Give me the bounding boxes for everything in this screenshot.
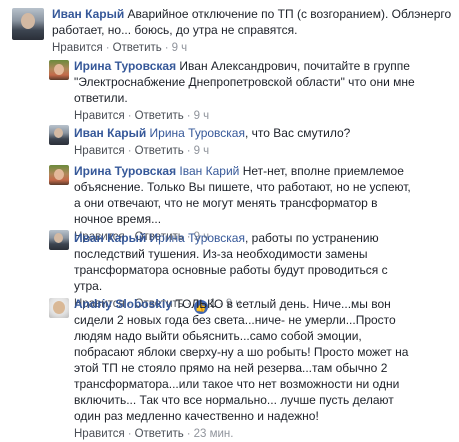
comment-text: Ирина Туровская Иван Александрович, почи…	[74, 58, 419, 106]
comment-author[interactable]: Andriy Sloboskiy	[74, 297, 172, 311]
comment-actions: Нравится · Ответить · 23 мин.	[74, 428, 234, 440]
comment-author[interactable]: Иван Карый	[74, 126, 146, 140]
comment-author[interactable]: Ирина Туровская	[74, 59, 176, 73]
timestamp[interactable]: 9 ч	[194, 145, 210, 157]
reply-link[interactable]: Ответить	[135, 145, 184, 157]
avatar[interactable]	[49, 125, 69, 145]
comment-author[interactable]: Иван Карый	[52, 7, 124, 21]
like-link[interactable]: Нравится	[74, 428, 125, 440]
mention-link[interactable]: Ирина Туровская	[150, 126, 245, 140]
timestamp[interactable]: 9 ч	[172, 42, 188, 54]
avatar[interactable]	[49, 60, 69, 80]
comment-message: , что Вас смутило?	[244, 126, 351, 140]
comment-text: Иван Карый Аварийное отключение по ТП (с…	[52, 6, 452, 38]
avatar[interactable]	[49, 230, 69, 250]
like-link[interactable]: Нравится	[74, 145, 125, 157]
comment-actions: Нравится · Ответить · 9 ч	[52, 42, 188, 54]
timestamp[interactable]: 23 мин.	[194, 428, 234, 440]
comment-actions: Нравится · Ответить · 9 ч	[74, 110, 210, 122]
like-link[interactable]: Нравится	[52, 42, 103, 54]
reply-link[interactable]: Ответить	[113, 42, 162, 54]
timestamp[interactable]: 9 ч	[194, 110, 210, 122]
comment-text: Иван Карый Ирина Туровская, работы по ус…	[74, 230, 419, 294]
comment-text: Иван Карый Ирина Туровская, что Вас смут…	[74, 125, 419, 141]
like-link[interactable]: Нравится	[74, 110, 125, 122]
avatar[interactable]	[12, 8, 44, 40]
comment-text: Ирина Туровская Іван Карий Нет-нет, впол…	[74, 163, 419, 227]
reply-link[interactable]: Ответить	[135, 428, 184, 440]
avatar[interactable]	[49, 298, 69, 318]
mention-link[interactable]: Іван Карий	[179, 164, 239, 178]
comment-text: Andriy Sloboskiy ТОЛЬКО в сетлый день. Н…	[74, 296, 419, 424]
mention-link[interactable]: Ирина Туровская	[150, 231, 245, 245]
comment-author[interactable]: Ирина Туровская	[74, 164, 176, 178]
comment-author[interactable]: Иван Карый	[74, 231, 146, 245]
comment-message: ТОЛЬКО в сетлый день. Ниче...мы вон сиде…	[74, 297, 409, 423]
avatar[interactable]	[49, 165, 69, 185]
comment-actions: Нравится · Ответить · 9 ч	[74, 145, 210, 157]
reply-link[interactable]: Ответить	[135, 110, 184, 122]
